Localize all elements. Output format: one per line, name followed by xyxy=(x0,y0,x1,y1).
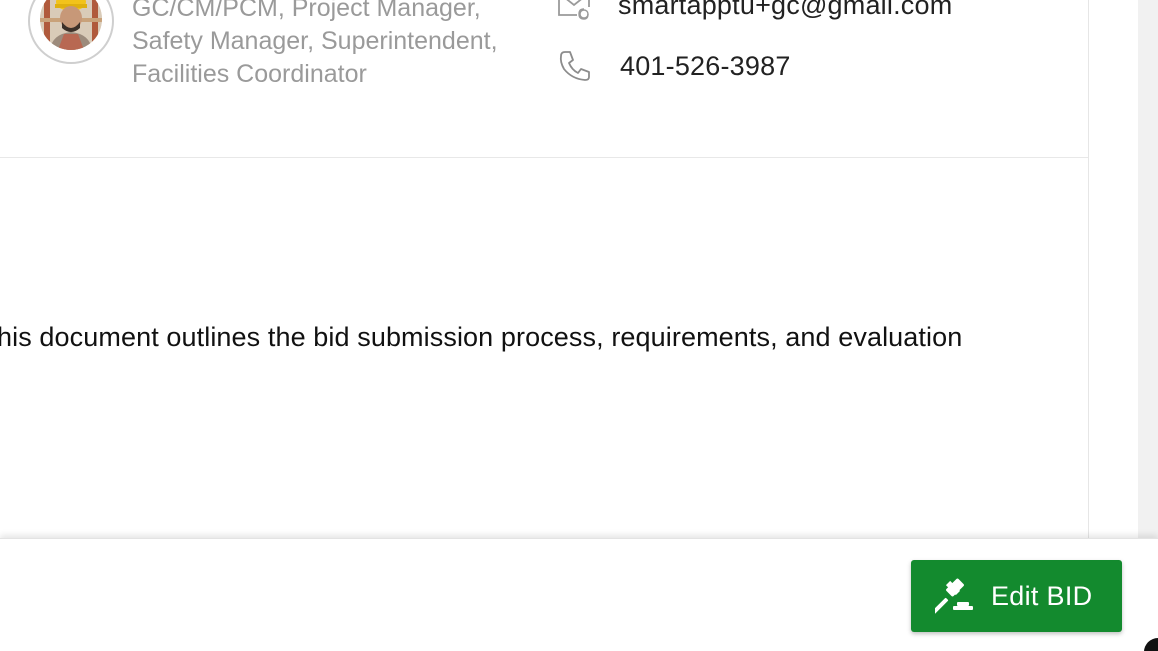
role-line: Safety Manager, Superintendent, xyxy=(132,27,498,55)
edit-bid-button[interactable]: Edit BID xyxy=(911,560,1122,632)
content-gutter xyxy=(1089,0,1138,540)
edit-bid-label: Edit BID xyxy=(991,580,1093,611)
window-corner xyxy=(1144,638,1158,651)
contact-header: GC/CM/PCM, Project Manager, Safety Manag… xyxy=(0,0,1088,158)
bid-detail-page: GC/CM/PCM, Project Manager, Safety Manag… xyxy=(0,0,1158,651)
email-at-icon xyxy=(556,0,594,24)
scrollbar[interactable] xyxy=(1138,0,1158,540)
phone-icon xyxy=(556,47,594,85)
bid-detail-card: GC/CM/PCM, Project Manager, Safety Manag… xyxy=(0,0,1089,540)
phone-row: 401-526-3987 xyxy=(556,47,791,85)
role-line: GC/CM/PCM, Project Manager, xyxy=(132,0,481,22)
gavel-icon xyxy=(935,576,975,616)
email-row: smartapptu+gc@gmail.com xyxy=(556,0,952,24)
role-line: Facilities Coordinator xyxy=(132,60,367,88)
phone-number[interactable]: 401-526-3987 xyxy=(620,51,791,82)
action-bar: Edit BID xyxy=(0,538,1158,651)
email-address[interactable]: smartapptu+gc@gmail.com xyxy=(618,0,952,21)
bid-description: his document outlines the bid submission… xyxy=(0,322,963,352)
user-roles: GC/CM/PCM, Project Manager, Safety Manag… xyxy=(132,0,552,91)
avatar xyxy=(28,0,114,64)
user-photo-icon xyxy=(40,0,102,50)
